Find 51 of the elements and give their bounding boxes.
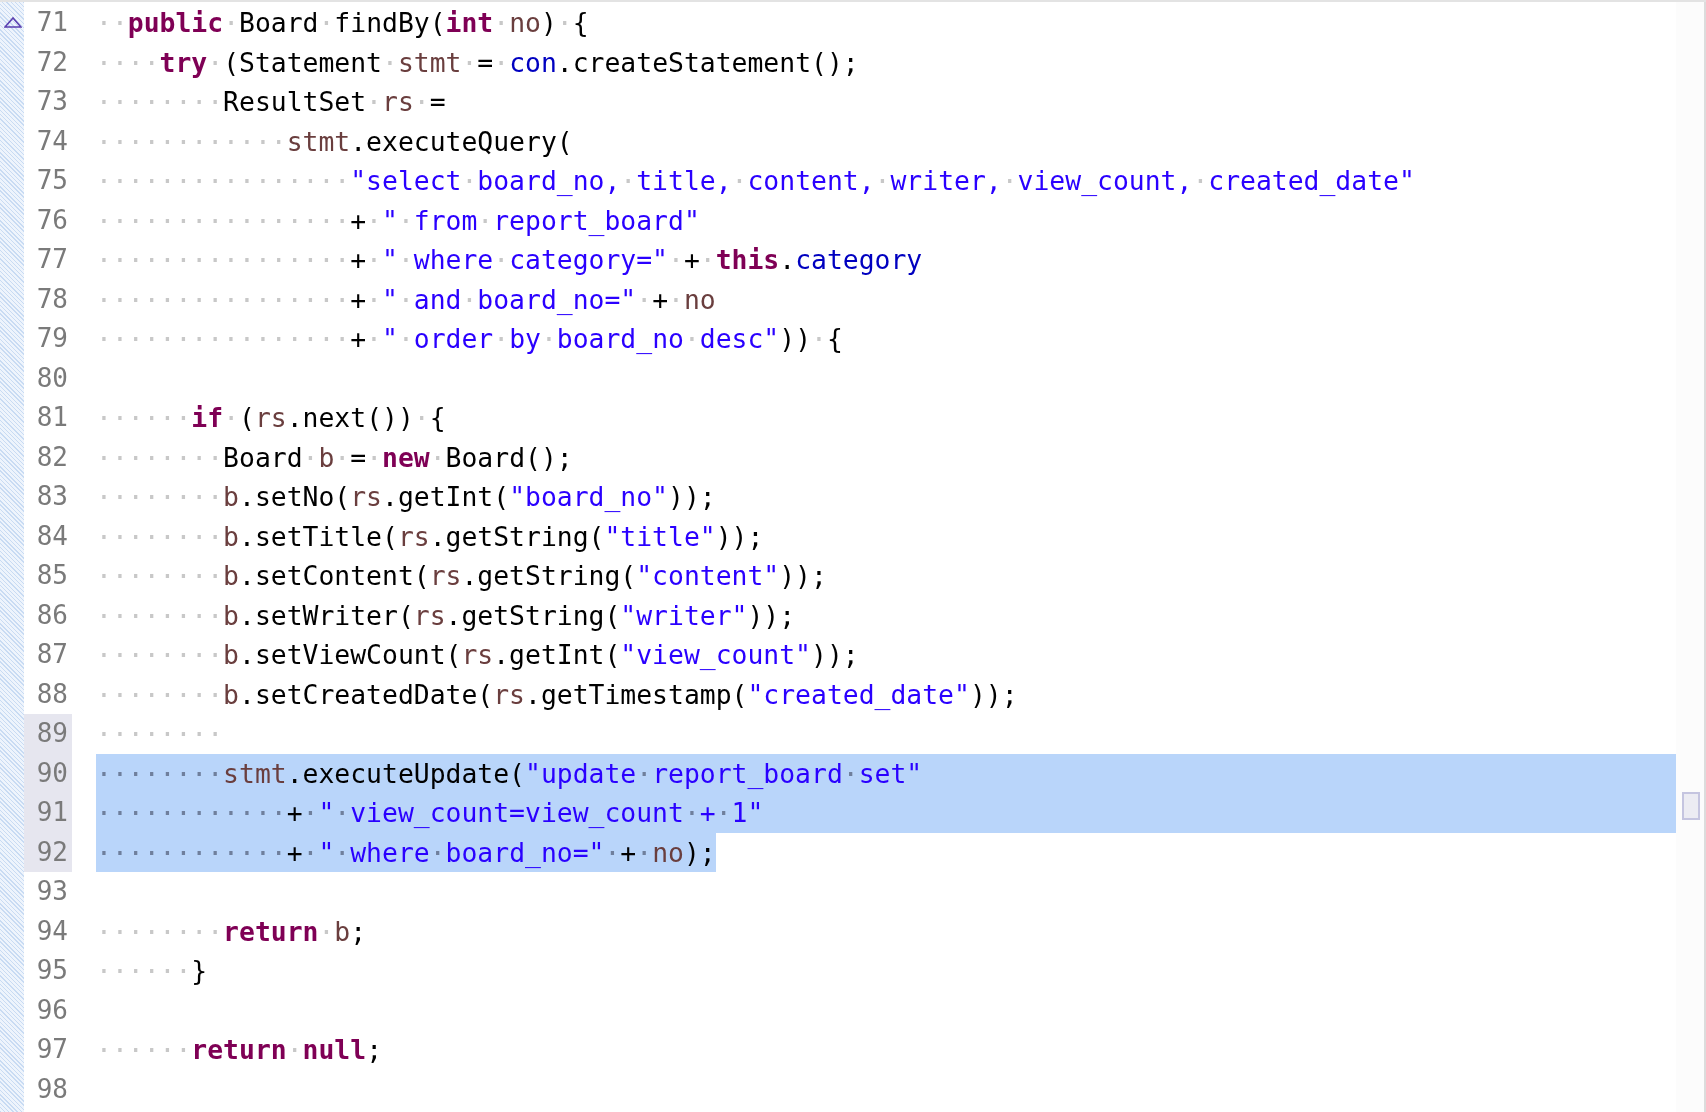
code-line: ················+·"·where·category="·+·this.category — [96, 243, 923, 277]
code-line: ········b.setCreatedDate(rs.getTimestamp("created_date")); — [96, 677, 1018, 712]
code-line: ············stmt.executeQuery( — [96, 124, 573, 159]
code-line: ······} — [96, 954, 208, 988]
line-number: 71 — [35, 6, 69, 39]
line-number: 88 — [35, 677, 69, 711]
code-line: ················+·"·order·by·board_no·desc"))·{ — [96, 322, 843, 356]
line-number: 73 — [35, 85, 69, 118]
code-line: ················"select·board_no,·title,·content,·writer,·view_count,·created_date" — [96, 164, 1415, 198]
line-number: 72 — [35, 45, 69, 79]
code-line: ········b.setWriter(rs.getString("writer")); — [96, 598, 796, 633]
code-line: ················+·"·from·report_board" — [96, 203, 700, 238]
code-line: ········b.setViewCount(rs.getInt("view_count")); — [96, 638, 859, 672]
code-line: ··public·Board·findBy(int·no)·{ — [96, 6, 589, 40]
line-number: 75 — [35, 164, 69, 197]
code-line: ······if·(rs.next())·{ — [96, 401, 446, 435]
line-number: 95 — [35, 954, 69, 987]
line-number: 80 — [35, 361, 69, 395]
code-line: ········b.setContent(rs.getString("content")); — [96, 559, 827, 593]
collapse-icon[interactable] — [4, 16, 22, 28]
code-line: ········b.setNo(rs.getInt("board_no")); — [96, 480, 716, 514]
code-line: ········ — [96, 717, 224, 751]
line-number: 79 — [35, 322, 69, 355]
code-line: ················+·"·and·board_no="·+·no — [96, 282, 716, 317]
code-line: ········Board·b·=·new·Board(); — [96, 440, 573, 475]
code-line: ········return·b; — [96, 914, 367, 949]
code-line: ····try·(Statement·stmt·=·con.createStatement(); — [96, 45, 859, 80]
line-number: 77 — [35, 243, 69, 276]
line-number: 96 — [35, 993, 69, 1027]
line-number: 84 — [35, 519, 69, 553]
line-number: 89 — [24, 714, 72, 754]
code-line: ······return·null; — [96, 1033, 383, 1067]
line-number: 97 — [35, 1033, 69, 1066]
code-line: ········b.setTitle(rs.getString("title")); — [96, 519, 764, 554]
line-number: 82 — [35, 440, 69, 474]
line-number: 98 — [35, 1072, 69, 1106]
line-number: 86 — [35, 598, 69, 632]
line-number: 78 — [35, 282, 69, 316]
overview-marker[interactable] — [1682, 792, 1700, 820]
line-number: 74 — [35, 124, 69, 158]
line-number: 85 — [35, 559, 69, 592]
line-number: 83 — [35, 480, 69, 513]
line-number: 92 — [24, 832, 72, 872]
code-line: ········ResultSet·rs·= — [96, 85, 446, 119]
line-number: 94 — [35, 914, 69, 948]
line-number: 87 — [35, 638, 69, 671]
line-number: 91 — [24, 793, 72, 833]
line-number: 76 — [35, 203, 69, 237]
line-number: 93 — [35, 875, 69, 908]
line-number: 81 — [35, 401, 69, 434]
line-number: 90 — [24, 753, 72, 793]
